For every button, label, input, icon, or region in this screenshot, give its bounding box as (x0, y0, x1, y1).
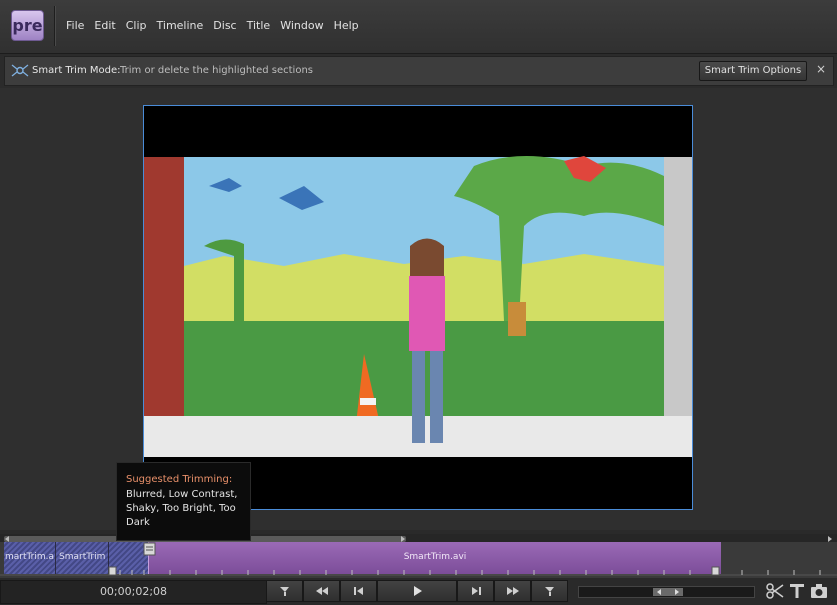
title-text-icon[interactable] (787, 581, 807, 601)
timeline-clip[interactable]: martTrim.a (4, 542, 56, 574)
mark-in-icon (279, 587, 289, 596)
step-back-icon (353, 587, 363, 595)
fast-forward-button[interactable] (494, 580, 531, 602)
menu-edit[interactable]: Edit (89, 19, 120, 32)
step-forward-button[interactable] (457, 580, 494, 602)
playback-controls: 00;00;02;08 (0, 578, 837, 605)
clip-label: martTrim.a (5, 552, 55, 562)
go-to-out-point-button[interactable] (531, 580, 568, 602)
menu-disc[interactable]: Disc (208, 19, 241, 32)
rewind-icon (315, 587, 328, 595)
mark-out-icon (544, 587, 554, 596)
suggested-trimming-tooltip: Suggested Trimming: Blurred, Low Contras… (116, 462, 251, 541)
timecode-display[interactable]: 00;00;02;08 (0, 580, 267, 604)
app-logo: pre (11, 10, 44, 41)
menu-list: File Edit Clip Timeline Disc Title Windo… (61, 19, 364, 32)
menu-title[interactable]: Title (242, 19, 276, 32)
video-preview (143, 105, 693, 510)
mode-title: Smart Trim Mode: (32, 65, 121, 76)
clip-label: SmartTrim.avi (403, 552, 467, 562)
menu-clip[interactable]: Clip (121, 19, 152, 32)
timeline-track[interactable]: martTrim.a SmartTrim SmartTrim.avi (0, 542, 837, 578)
camera-icon[interactable] (809, 581, 829, 601)
close-icon[interactable]: × (816, 62, 826, 76)
menu-divider (54, 6, 55, 46)
menu-window[interactable]: Window (275, 19, 328, 32)
tooltip-title: Suggested Trimming: (126, 474, 233, 485)
play-button[interactable] (377, 580, 457, 602)
shuttle-handle (653, 588, 683, 596)
tooltip-body: Blurred, Low Contrast, Shaky, Too Bright… (126, 489, 238, 528)
timeline-clip[interactable]: SmartTrim (56, 542, 109, 574)
play-icon (414, 586, 422, 596)
smart-trim-mode-bar: Smart Trim Mode: Trim or delete the high… (4, 56, 834, 86)
menu-file[interactable]: File (61, 19, 89, 32)
smart-trim-options-button[interactable]: Smart Trim Options (699, 61, 807, 81)
timeline-clip-highlighted[interactable] (109, 542, 149, 574)
go-to-in-point-button[interactable] (266, 580, 303, 602)
timeline-clip-main[interactable]: SmartTrim.avi (148, 542, 721, 574)
menu-timeline[interactable]: Timeline (152, 19, 209, 32)
step-back-button[interactable] (340, 580, 377, 602)
fast-forward-icon (506, 587, 519, 595)
shuttle-slider[interactable] (578, 586, 755, 598)
clip-label: SmartTrim (59, 552, 106, 562)
menu-help[interactable]: Help (329, 19, 364, 32)
step-forward-icon (471, 587, 481, 595)
smart-trim-icon (11, 64, 29, 77)
scissors-icon[interactable] (765, 581, 785, 601)
video-frame-image (144, 106, 692, 509)
menu-bar: pre File Edit Clip Timeline Disc Title W… (0, 0, 837, 54)
rewind-button[interactable] (303, 580, 340, 602)
mode-description: Trim or delete the highlighted sections (120, 65, 313, 76)
